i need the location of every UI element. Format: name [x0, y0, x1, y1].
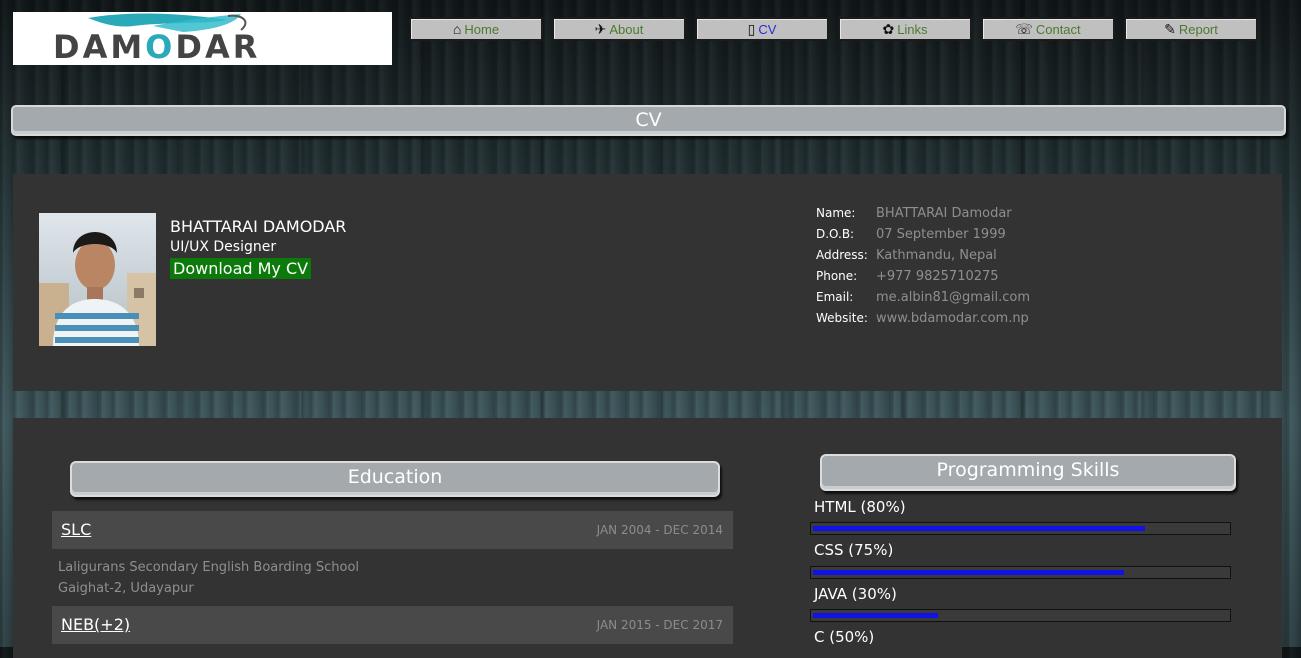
info-row-website: Website: www.bdamodar.com.np	[816, 311, 1029, 326]
education-title-link[interactable]: NEB(+2)	[61, 615, 130, 634]
logo-text: DAMODAR	[53, 28, 261, 65]
links-icon: ✿	[882, 21, 895, 37]
skill-progress-fill	[813, 570, 1124, 575]
nav-cv-label: CV	[758, 21, 777, 37]
skills-heading: Programming Skills	[820, 454, 1236, 491]
info-row-address: Address: Kathmandu, Nepal	[816, 248, 997, 263]
nav-contact-label: Contact	[1035, 21, 1081, 37]
education-location: Gaighat-2, Udayapur	[58, 581, 194, 596]
skill-label: JAVA (30%)	[814, 585, 897, 603]
nav-about-button[interactable]: ✈ About	[552, 17, 686, 41]
education-title-link[interactable]: SLC	[61, 520, 91, 539]
nav-home-label: Home	[464, 21, 500, 37]
nav-report-label: Report	[1178, 21, 1218, 37]
skill-progress-fill	[813, 613, 938, 618]
contact-icon: ☏	[1015, 21, 1033, 37]
details-panel: Education SLC JAN 2004 - DEC 2014 Laligu…	[13, 418, 1282, 658]
profile-photo	[39, 213, 156, 346]
nav-contact-button[interactable]: ☏ Contact	[981, 17, 1115, 41]
skill-progress-bar	[810, 522, 1231, 535]
skill-progress-bar	[810, 566, 1231, 579]
download-cv-button[interactable]: Download My CV	[170, 258, 312, 279]
skill-progress-fill	[813, 526, 1145, 531]
nav-home-button[interactable]: ⌂ Home	[409, 17, 543, 41]
report-icon: ✎	[1164, 21, 1176, 37]
skill-progress-bar	[810, 609, 1231, 622]
profile-panel: BHATTARAI DAMODAR UI/UX Designer Downloa…	[13, 174, 1282, 391]
info-row-phone: Phone: +977 9825710275	[816, 269, 999, 284]
nav-links-button[interactable]: ✿ Links	[838, 17, 972, 41]
main-nav: ⌂ Home ✈ About ▯ CV ✿ Links ☏ Contact ✎ Report	[409, 17, 1267, 41]
education-entry: SLC JAN 2004 - DEC 2014	[52, 511, 733, 549]
page-title: CV	[11, 105, 1286, 136]
education-school: Laligurans Secondary English Boarding Sc…	[58, 560, 360, 575]
info-row-name: Name: BHATTARAI Damodar	[816, 206, 1012, 221]
education-dates: JAN 2015 - DEC 2017	[596, 618, 723, 632]
education-heading: Education	[70, 461, 720, 497]
cv-icon: ▯	[747, 21, 756, 37]
home-icon: ⌂	[452, 21, 462, 37]
nav-links-label: Links	[897, 21, 928, 37]
education-dates: JAN 2004 - DEC 2014	[596, 523, 723, 537]
info-row-email: Email: me.albin81@gmail.com	[816, 290, 1031, 305]
site-logo[interactable]: DAMODAR	[13, 12, 392, 65]
skill-label: HTML (80%)	[814, 498, 906, 516]
nav-cv-button[interactable]: ▯ CV	[695, 17, 829, 41]
nav-about-label: About	[609, 21, 644, 37]
person-photo-icon	[39, 232, 156, 346]
about-icon: ✈	[594, 21, 607, 37]
education-details: Laligurans Secondary English Boarding Sc…	[58, 557, 359, 599]
education-entry: NEB(+2) JAN 2015 - DEC 2017	[52, 606, 733, 644]
skill-label: CSS (75%)	[814, 541, 894, 559]
profile-name: BHATTARAI DAMODAR	[170, 217, 347, 236]
profile-role: UI/UX Designer	[170, 239, 277, 255]
nav-report-button[interactable]: ✎ Report	[1124, 17, 1258, 41]
profile-info: Name: BHATTARAI Damodar D.O.B: 07 Septembe…	[816, 206, 1030, 332]
info-row-dob: D.O.B: 07 September 1999	[816, 227, 1006, 242]
skill-label: C (50%)	[814, 628, 875, 646]
